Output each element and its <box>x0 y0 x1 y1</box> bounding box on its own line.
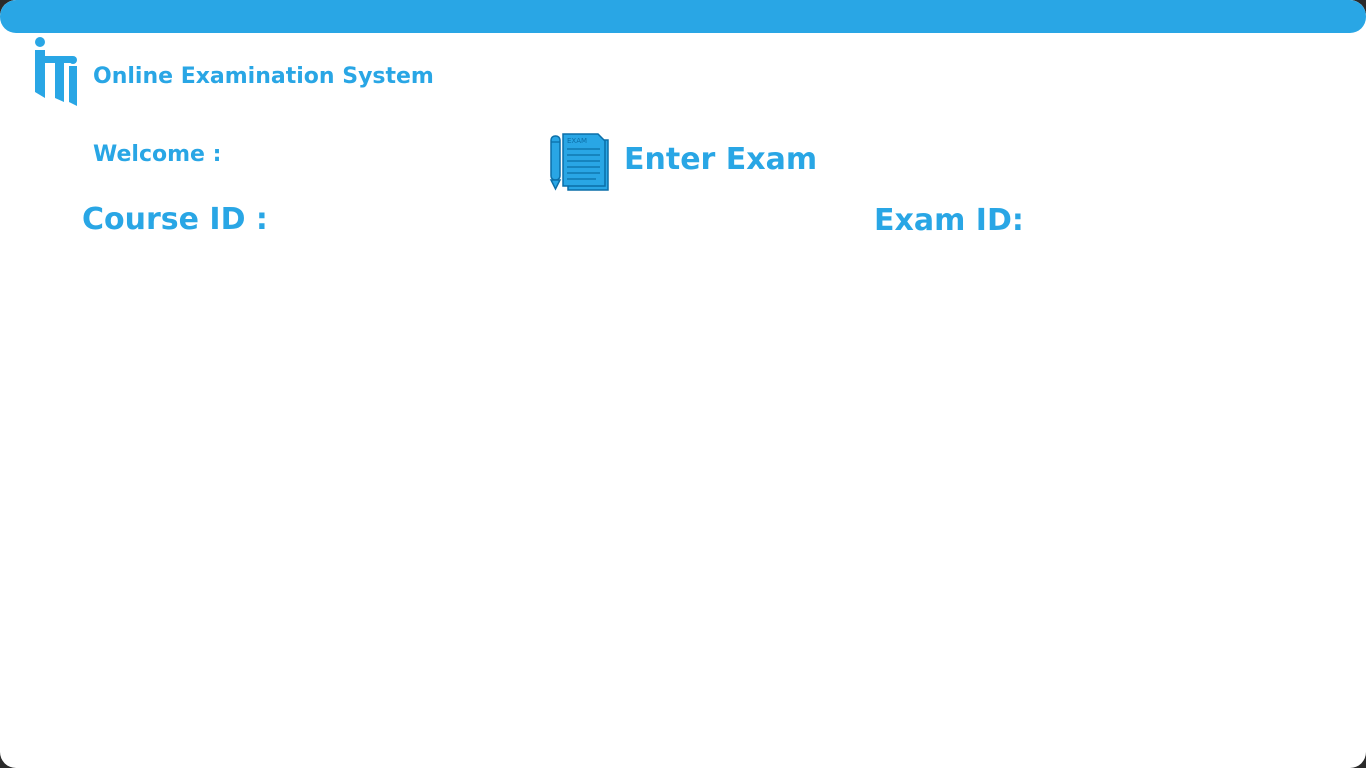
svg-text:EXAM: EXAM <box>567 137 587 145</box>
welcome-label: Welcome : <box>93 142 222 167</box>
title-bar[interactable] <box>0 0 1366 33</box>
app-title: Online Examination System <box>93 64 434 89</box>
iti-logo-icon <box>33 36 79 106</box>
exam-paper-icon[interactable]: EXAM <box>548 132 610 192</box>
course-id-label: Course ID : <box>82 202 268 237</box>
app-window: Online Examination System Welcome : EXAM… <box>0 0 1366 768</box>
enter-exam-heading: Enter Exam <box>624 142 818 177</box>
exam-id-label: Exam ID: <box>874 203 1024 238</box>
